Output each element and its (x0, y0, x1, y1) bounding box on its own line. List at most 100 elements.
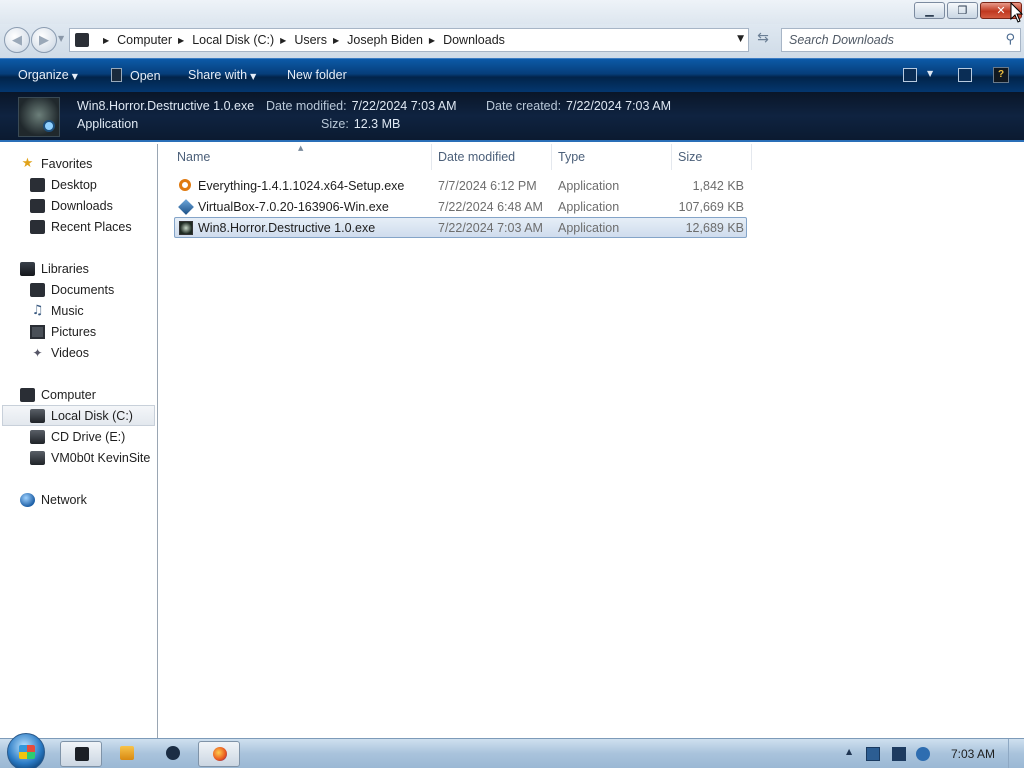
navigation-pane: ★ Favorites Desktop Downloads Recent Plac… (0, 144, 158, 738)
pictures-icon (30, 324, 45, 339)
file-type: Application (558, 200, 620, 214)
file-size: 12,689 KB (685, 221, 744, 235)
organize-button[interactable]: Organize ▼ (18, 68, 78, 82)
breadcrumb-sep-root[interactable]: ▶ (97, 36, 117, 45)
column-header-size[interactable]: Size (672, 144, 752, 170)
taskbar-explorer-button[interactable] (60, 741, 102, 767)
taskbar-app-button[interactable] (152, 741, 194, 767)
address-history-dropdown-icon[interactable]: ▼ (737, 34, 744, 44)
nav-label: Music (51, 303, 84, 318)
start-button[interactable] (7, 733, 45, 768)
recent-pages-dropdown-icon[interactable]: ▼ (58, 34, 64, 43)
details-file-type: Application (77, 117, 139, 131)
refresh-icon: ⇆ (757, 30, 769, 46)
breadcrumb-user[interactable]: Joseph Biden ▶ (347, 33, 443, 47)
file-type: Application (558, 221, 620, 235)
firefox-icon (213, 747, 227, 761)
breadcrumb-local-disk[interactable]: Local Disk (C:) ▶ (192, 33, 294, 47)
show-desktop-button[interactable] (1008, 739, 1024, 768)
taskbar-media-player-button[interactable] (106, 741, 148, 767)
network-drive-icon (30, 450, 45, 465)
view-options-dropdown-icon[interactable]: ▼ (927, 69, 933, 78)
nav-favorites[interactable]: ★ Favorites (20, 153, 155, 174)
nav-pictures[interactable]: Pictures (30, 321, 155, 342)
column-header-date-modified[interactable]: Date modified (432, 144, 552, 170)
tray-volume-icon[interactable] (916, 747, 930, 761)
file-name: Everything-1.4.1.1024.x64-Setup.exe (198, 179, 405, 193)
tray-network-icon[interactable] (866, 747, 880, 761)
file-row[interactable]: Everything-1.4.1.1024.x64-Setup.exe 7/7/… (174, 175, 747, 196)
address-bar[interactable]: ▶ Computer ▶ Local Disk (C:) ▶ Users ▶ Jose… (69, 28, 749, 52)
nav-desktop[interactable]: Desktop (30, 174, 155, 195)
search-icon[interactable]: ⚲ (1005, 32, 1015, 47)
help-button[interactable]: ? (993, 67, 1009, 83)
search-box[interactable]: ⚲ (781, 28, 1021, 52)
file-row-selected[interactable]: Win8.Horror.Destructive 1.0.exe 7/22/202… (174, 217, 747, 238)
chevron-right-icon: ▶ (103, 35, 110, 45)
tray-display-icon[interactable] (892, 747, 906, 761)
breadcrumb-users[interactable]: Users ▶ (294, 33, 347, 47)
file-name: VirtualBox-7.0.20-163906-Win.exe (198, 200, 389, 214)
everything-icon (179, 179, 191, 191)
chevron-right-icon[interactable]: ▶ (280, 36, 286, 45)
chevron-right-icon[interactable]: ▶ (333, 36, 339, 45)
breadcrumb-label: Joseph Biden (347, 33, 423, 47)
show-hidden-icons-icon[interactable]: ▲ (846, 747, 852, 756)
nav-label: Computer (41, 387, 96, 402)
back-button[interactable]: ◀ (4, 27, 30, 53)
file-size: 107,669 KB (678, 200, 744, 214)
nav-music[interactable]: ♫ Music (30, 300, 155, 321)
hard-drive-icon (30, 408, 45, 423)
chevron-right-icon[interactable]: ▶ (429, 36, 435, 45)
nav-documents[interactable]: Documents (30, 279, 155, 300)
taskbar-clock[interactable]: 7:03 AM (951, 747, 995, 761)
restore-button[interactable]: ❐ (947, 2, 978, 19)
breadcrumb-label: Local Disk (C:) (192, 33, 275, 47)
explorer-icon (75, 747, 89, 761)
chevron-right-icon[interactable]: ▶ (178, 36, 184, 45)
open-button[interactable]: Open (111, 68, 161, 83)
preview-pane-button[interactable] (958, 68, 972, 82)
chevron-down-icon: ▼ (250, 72, 257, 81)
breadcrumb-computer[interactable]: Computer ▶ (117, 33, 192, 47)
nav-downloads[interactable]: Downloads (30, 195, 155, 216)
breadcrumb-downloads[interactable]: Downloads (443, 33, 505, 47)
window-controls: ▁ ❐ ✕ (914, 2, 1022, 19)
nav-libraries[interactable]: Libraries (20, 258, 155, 279)
change-view-button[interactable] (903, 68, 917, 82)
forward-button[interactable]: ▶ (31, 27, 57, 53)
nav-label: Network (41, 492, 87, 507)
computer-icon (75, 33, 89, 47)
column-header-type[interactable]: Type (552, 144, 672, 170)
nav-computer[interactable]: Computer (20, 384, 155, 405)
nav-network[interactable]: Network (20, 489, 155, 510)
windows-logo-icon (19, 745, 35, 759)
new-folder-button[interactable]: New folder (287, 68, 347, 82)
nav-label: Documents (51, 282, 115, 297)
taskbar-firefox-button[interactable] (198, 741, 240, 767)
nav-vm-site[interactable]: VM0b0t KevinSite (30, 447, 155, 468)
organize-label: Organize (18, 68, 69, 82)
nav-label: Local Disk (C:) (51, 408, 133, 423)
share-with-button[interactable]: Share with ▼ (188, 68, 256, 82)
details-date-created: Date created: 7/22/2024 7:03 AM (486, 99, 671, 113)
minimize-icon: ▁ (925, 4, 934, 17)
refresh-button[interactable]: ⇆ (752, 30, 774, 50)
file-size: 1,842 KB (692, 179, 744, 193)
back-arrow-icon: ◀ (12, 32, 22, 48)
nav-videos[interactable]: ✦ Videos (30, 342, 155, 363)
file-row[interactable]: VirtualBox-7.0.20-163906-Win.exe 7/22/20… (174, 196, 747, 217)
chevron-down-icon: ▼ (71, 72, 78, 81)
nav-local-disk[interactable]: Local Disk (C:) (2, 405, 155, 426)
file-date: 7/22/2024 7:03 AM (438, 221, 543, 235)
nav-cd-drive[interactable]: CD Drive (E:) (30, 426, 155, 447)
nav-label: Desktop (51, 177, 97, 192)
minimize-button[interactable]: ▁ (914, 2, 945, 19)
column-header-name[interactable]: Name (170, 144, 432, 170)
nav-recent-places[interactable]: Recent Places (30, 216, 155, 237)
new-folder-label: New folder (287, 68, 347, 82)
nav-label: Pictures (51, 324, 97, 339)
details-size: Size: 12.3 MB (321, 117, 400, 131)
nav-label: Videos (51, 345, 89, 360)
search-input[interactable] (789, 29, 989, 51)
